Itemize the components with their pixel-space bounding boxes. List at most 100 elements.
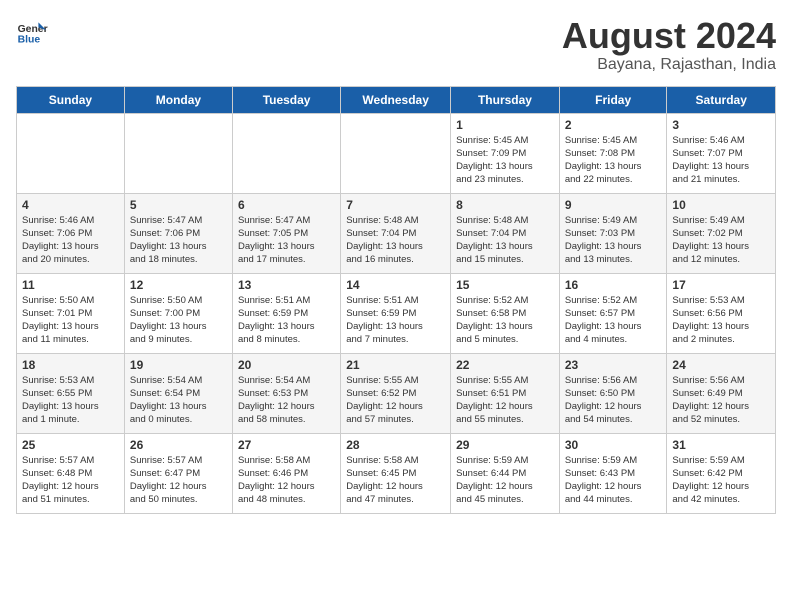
calendar-cell: 3Sunrise: 5:46 AM Sunset: 7:07 PM Daylig… (667, 113, 776, 193)
day-number: 8 (456, 198, 554, 212)
day-number: 11 (22, 278, 119, 292)
day-number: 4 (22, 198, 119, 212)
day-info: Sunrise: 5:55 AM Sunset: 6:52 PM Dayligh… (346, 374, 445, 427)
day-number: 12 (130, 278, 227, 292)
day-number: 24 (672, 358, 770, 372)
day-info: Sunrise: 5:53 AM Sunset: 6:55 PM Dayligh… (22, 374, 119, 427)
day-info: Sunrise: 5:48 AM Sunset: 7:04 PM Dayligh… (456, 214, 554, 267)
calendar-cell: 13 Sunrise: 5:51 AM Sunset: 6:59 PM Dayli… (232, 273, 340, 353)
calendar-cell: 19 Sunrise: 5:54 AM Sunset: 6:54 PM Dayli… (124, 353, 232, 433)
calendar-cell: 30 Sunrise: 5:59 AM Sunset: 6:43 PM Dayli… (559, 433, 667, 513)
day-info: Sunrise: 5:51 AM Sunset: 6:59 PM Dayligh… (238, 294, 335, 347)
day-number: 9 (565, 198, 662, 212)
calendar-cell: 15 Sunrise: 5:52 AM Sunset: 6:58 PM Dayli… (451, 273, 560, 353)
calendar-table: SundayMondayTuesdayWednesdayThursdayFrid… (16, 86, 776, 514)
svg-text:Blue: Blue (18, 34, 41, 45)
calendar-week-1: 1Sunrise: 5:45 AM Sunset: 7:09 PM Daylig… (17, 113, 776, 193)
day-info: Sunrise: 5:49 AM Sunset: 7:03 PM Dayligh… (565, 214, 662, 267)
day-info: Sunrise: 5:57 AM Sunset: 6:48 PM Dayligh… (22, 454, 119, 507)
day-info: Sunrise: 5:56 AM Sunset: 6:49 PM Dayligh… (672, 374, 770, 427)
calendar-cell: 7 Sunrise: 5:48 AM Sunset: 7:04 PM Daylig… (341, 193, 451, 273)
page-header: General Blue August 2024 Bayana, Rajasth… (16, 16, 776, 74)
calendar-cell: 26 Sunrise: 5:57 AM Sunset: 6:47 PM Dayli… (124, 433, 232, 513)
calendar-cell: 10Sunrise: 5:49 AM Sunset: 7:02 PM Dayli… (667, 193, 776, 273)
day-info: Sunrise: 5:54 AM Sunset: 6:54 PM Dayligh… (130, 374, 227, 427)
weekday-header-tuesday: Tuesday (232, 86, 340, 113)
calendar-cell: 6 Sunrise: 5:47 AM Sunset: 7:05 PM Daylig… (232, 193, 340, 273)
day-info: Sunrise: 5:58 AM Sunset: 6:45 PM Dayligh… (346, 454, 445, 507)
day-info: Sunrise: 5:51 AM Sunset: 6:59 PM Dayligh… (346, 294, 445, 347)
calendar-cell: 14 Sunrise: 5:51 AM Sunset: 6:59 PM Dayli… (341, 273, 451, 353)
day-info: Sunrise: 5:54 AM Sunset: 6:53 PM Dayligh… (238, 374, 335, 427)
calendar-title: August 2024 (562, 16, 776, 56)
calendar-week-5: 25 Sunrise: 5:57 AM Sunset: 6:48 PM Dayli… (17, 433, 776, 513)
day-info: Sunrise: 5:59 AM Sunset: 6:44 PM Dayligh… (456, 454, 554, 507)
day-number: 10 (672, 198, 770, 212)
day-number: 6 (238, 198, 335, 212)
weekday-header-thursday: Thursday (451, 86, 560, 113)
day-info: Sunrise: 5:57 AM Sunset: 6:47 PM Dayligh… (130, 454, 227, 507)
calendar-cell (232, 113, 340, 193)
calendar-cell: 12 Sunrise: 5:50 AM Sunset: 7:00 PM Dayli… (124, 273, 232, 353)
svg-text:General: General (18, 24, 48, 35)
calendar-cell: 24 Sunrise: 5:56 AM Sunset: 6:49 PM Dayli… (667, 353, 776, 433)
day-info: Sunrise: 5:50 AM Sunset: 7:01 PM Dayligh… (22, 294, 119, 347)
day-info: Sunrise: 5:45 AM Sunset: 7:09 PM Dayligh… (456, 134, 554, 187)
day-number: 17 (672, 278, 770, 292)
calendar-week-4: 18Sunrise: 5:53 AM Sunset: 6:55 PM Dayli… (17, 353, 776, 433)
day-info: Sunrise: 5:55 AM Sunset: 6:51 PM Dayligh… (456, 374, 554, 427)
calendar-cell: 25 Sunrise: 5:57 AM Sunset: 6:48 PM Dayli… (17, 433, 125, 513)
day-number: 31 (672, 438, 770, 452)
day-number: 20 (238, 358, 335, 372)
calendar-week-2: 4 Sunrise: 5:46 AM Sunset: 7:06 PM Daylig… (17, 193, 776, 273)
weekday-header-sunday: Sunday (17, 86, 125, 113)
calendar-cell: 8 Sunrise: 5:48 AM Sunset: 7:04 PM Daylig… (451, 193, 560, 273)
day-info: Sunrise: 5:59 AM Sunset: 6:43 PM Dayligh… (565, 454, 662, 507)
calendar-cell: 9 Sunrise: 5:49 AM Sunset: 7:03 PM Daylig… (559, 193, 667, 273)
weekday-header-row: SundayMondayTuesdayWednesdayThursdayFrid… (17, 86, 776, 113)
day-number: 26 (130, 438, 227, 452)
weekday-header-friday: Friday (559, 86, 667, 113)
calendar-cell: 16 Sunrise: 5:52 AM Sunset: 6:57 PM Dayli… (559, 273, 667, 353)
day-number: 22 (456, 358, 554, 372)
calendar-cell: 20 Sunrise: 5:54 AM Sunset: 6:53 PM Dayli… (232, 353, 340, 433)
logo-icon: General Blue (16, 16, 48, 48)
day-number: 21 (346, 358, 445, 372)
title-block: August 2024 Bayana, Rajasthan, India (562, 16, 776, 74)
day-number: 19 (130, 358, 227, 372)
calendar-cell (341, 113, 451, 193)
calendar-cell: 27 Sunrise: 5:58 AM Sunset: 6:46 PM Dayli… (232, 433, 340, 513)
day-info: Sunrise: 5:48 AM Sunset: 7:04 PM Dayligh… (346, 214, 445, 267)
day-number: 16 (565, 278, 662, 292)
calendar-cell: 23Sunrise: 5:56 AM Sunset: 6:50 PM Dayli… (559, 353, 667, 433)
day-info: Sunrise: 5:56 AM Sunset: 6:50 PM Dayligh… (565, 374, 662, 427)
day-number: 29 (456, 438, 554, 452)
day-number: 15 (456, 278, 554, 292)
day-info: Sunrise: 5:58 AM Sunset: 6:46 PM Dayligh… (238, 454, 335, 507)
calendar-cell: 4 Sunrise: 5:46 AM Sunset: 7:06 PM Daylig… (17, 193, 125, 273)
day-info: Sunrise: 5:50 AM Sunset: 7:00 PM Dayligh… (130, 294, 227, 347)
calendar-cell: 28 Sunrise: 5:58 AM Sunset: 6:45 PM Dayli… (341, 433, 451, 513)
calendar-body: 1Sunrise: 5:45 AM Sunset: 7:09 PM Daylig… (17, 113, 776, 513)
day-number: 30 (565, 438, 662, 452)
calendar-cell: 17 Sunrise: 5:53 AM Sunset: 6:56 PM Dayli… (667, 273, 776, 353)
day-info: Sunrise: 5:46 AM Sunset: 7:06 PM Dayligh… (22, 214, 119, 267)
day-number: 28 (346, 438, 445, 452)
weekday-header-wednesday: Wednesday (341, 86, 451, 113)
day-info: Sunrise: 5:52 AM Sunset: 6:58 PM Dayligh… (456, 294, 554, 347)
day-info: Sunrise: 5:52 AM Sunset: 6:57 PM Dayligh… (565, 294, 662, 347)
calendar-subtitle: Bayana, Rajasthan, India (562, 56, 776, 74)
calendar-cell: 18Sunrise: 5:53 AM Sunset: 6:55 PM Dayli… (17, 353, 125, 433)
day-info: Sunrise: 5:53 AM Sunset: 6:56 PM Dayligh… (672, 294, 770, 347)
calendar-cell: 21 Sunrise: 5:55 AM Sunset: 6:52 PM Dayli… (341, 353, 451, 433)
calendar-cell: 22 Sunrise: 5:55 AM Sunset: 6:51 PM Dayli… (451, 353, 560, 433)
day-number: 14 (346, 278, 445, 292)
day-info: Sunrise: 5:47 AM Sunset: 7:06 PM Dayligh… (130, 214, 227, 267)
day-number: 27 (238, 438, 335, 452)
calendar-cell: 2Sunrise: 5:45 AM Sunset: 7:08 PM Daylig… (559, 113, 667, 193)
weekday-header-saturday: Saturday (667, 86, 776, 113)
day-number: 7 (346, 198, 445, 212)
day-number: 25 (22, 438, 119, 452)
day-info: Sunrise: 5:47 AM Sunset: 7:05 PM Dayligh… (238, 214, 335, 267)
day-number: 13 (238, 278, 335, 292)
